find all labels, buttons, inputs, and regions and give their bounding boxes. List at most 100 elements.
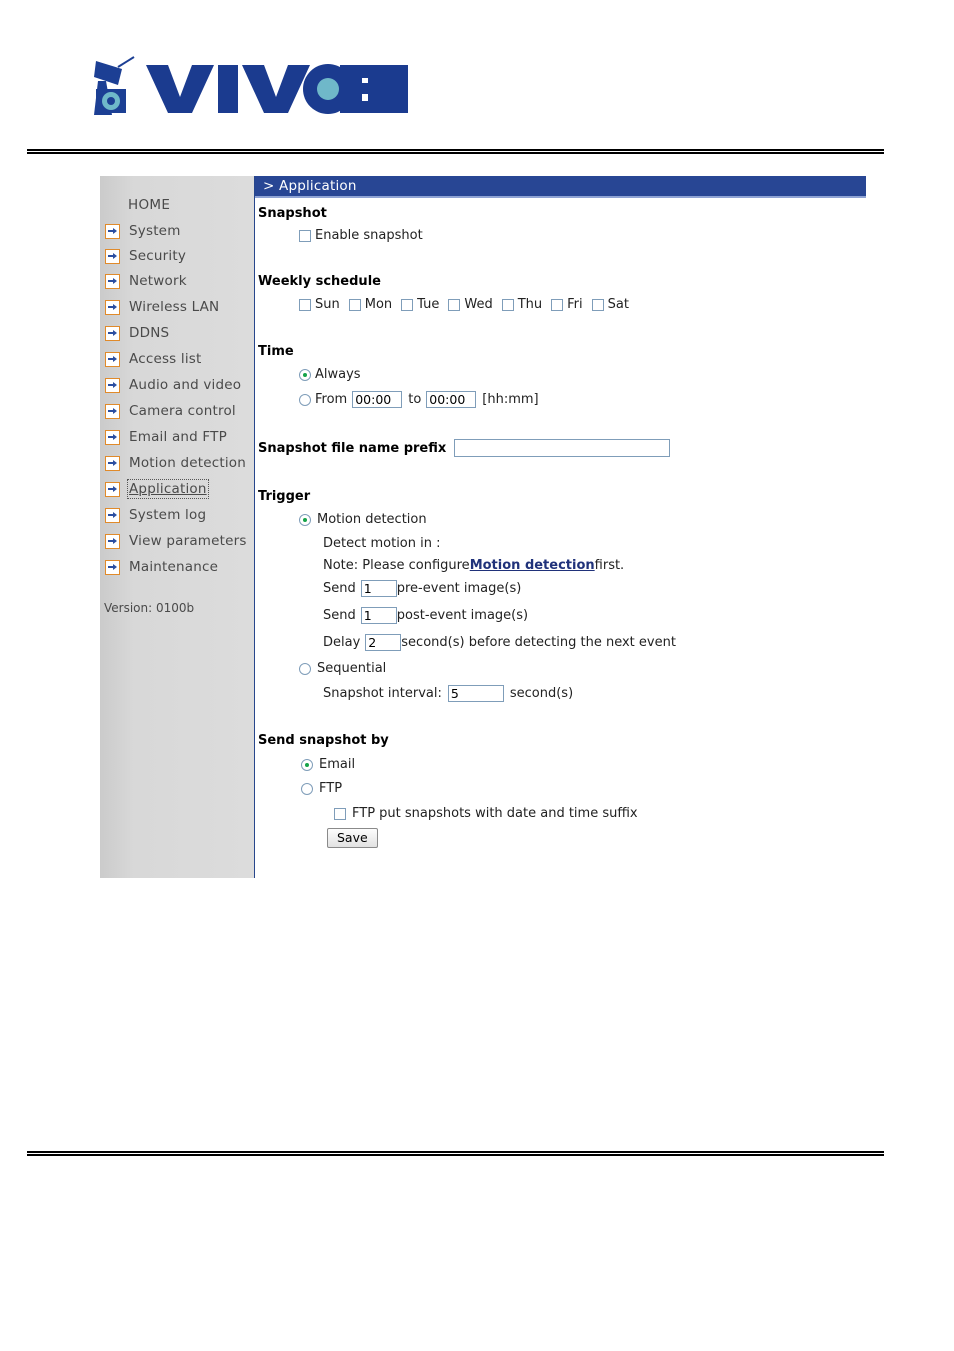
sidebar-item-email-and-ftp[interactable]: Email and FTP (105, 427, 227, 447)
ftp-suffix-row[interactable]: FTP put snapshots with date and time suf… (334, 806, 638, 821)
arrow-right-icon (105, 326, 120, 341)
time-to-label: to (408, 392, 421, 407)
save-button[interactable]: Save (327, 828, 378, 848)
arrow-right-icon (105, 560, 120, 575)
trigger-motion-label: Motion detection (317, 512, 427, 527)
day-wed-checkbox[interactable] (448, 299, 460, 311)
pre-event-send-label: Send (323, 581, 356, 596)
sidebar-item-ddns[interactable]: DDNS (105, 323, 169, 343)
time-to-input[interactable]: 00:00 (426, 391, 476, 408)
day-fri-label: Fri (567, 297, 583, 312)
time-from-radio[interactable] (299, 394, 311, 406)
logo-lens-inner (317, 78, 339, 100)
day-sat[interactable]: Sat (592, 297, 629, 312)
day-thu[interactable]: Thu (502, 297, 542, 312)
sidebar: HOME System Security Network Wireless LA… (100, 176, 254, 878)
arrow-right-icon (105, 274, 120, 289)
sidebar-item-label: Maintenance (129, 559, 218, 575)
time-from-row[interactable]: From 00:00 to 00:00 [hh:mm] (299, 391, 539, 408)
sidebar-item-label: Audio and video (129, 377, 241, 393)
sidebar-item-maintenance[interactable]: Maintenance (105, 557, 218, 577)
ftp-suffix-checkbox[interactable] (334, 808, 346, 820)
motion-note-row: Note: Please configure Motion detection … (323, 558, 624, 573)
sidebar-item-application[interactable]: Application (105, 479, 207, 499)
day-mon[interactable]: Mon (349, 297, 392, 312)
day-sat-checkbox[interactable] (592, 299, 604, 311)
delay-input[interactable]: 2 (365, 634, 401, 651)
enable-snapshot-row[interactable]: Enable snapshot (299, 228, 423, 243)
post-event-send-label: Send (323, 608, 356, 623)
day-tue[interactable]: Tue (401, 297, 439, 312)
day-tue-checkbox[interactable] (401, 299, 413, 311)
sidebar-item-motion-detection[interactable]: Motion detection (105, 453, 246, 473)
snapshot-interval-label: Snapshot interval: (323, 686, 442, 701)
time-from-label: From (315, 392, 347, 407)
sidebar-item-audio-and-video[interactable]: Audio and video (105, 375, 241, 395)
pre-event-input[interactable]: 1 (361, 580, 397, 597)
day-sun-checkbox[interactable] (299, 299, 311, 311)
sidebar-item-label: DDNS (129, 325, 169, 341)
day-mon-checkbox[interactable] (349, 299, 361, 311)
sidebar-item-access-list[interactable]: Access list (105, 349, 202, 369)
page-title: > Application (263, 178, 357, 194)
day-tue-label: Tue (417, 297, 439, 312)
send-by-ftp-row[interactable]: FTP (301, 781, 342, 796)
sidebar-item-security[interactable]: Security (105, 246, 186, 266)
post-event-input[interactable]: 1 (361, 607, 397, 624)
vivotek-wordmark-ek (340, 65, 408, 113)
vivotek-logo (88, 55, 408, 117)
day-sun[interactable]: Sun (299, 297, 340, 312)
weekly-schedule-days: Sun Mon Tue Wed Thu Fri (299, 297, 629, 312)
ftp-suffix-label: FTP put snapshots with date and time suf… (352, 806, 638, 821)
sidebar-item-label: Application (129, 481, 207, 497)
day-wed[interactable]: Wed (448, 297, 492, 312)
time-from-input[interactable]: 00:00 (352, 391, 402, 408)
delay-label: Delay (323, 635, 360, 650)
motion-note-prefix: Note: Please configure (323, 558, 470, 573)
content-area: > Application Snapshot Enable snapshot W… (255, 176, 866, 878)
time-section-label: Time (258, 344, 294, 359)
trigger-section-label: Trigger (258, 489, 310, 504)
send-by-ftp-radio[interactable] (301, 783, 313, 795)
sidebar-item-wireless-lan[interactable]: Wireless LAN (105, 297, 219, 317)
arrow-right-icon (105, 534, 120, 549)
day-fri[interactable]: Fri (551, 297, 583, 312)
arrow-right-icon (105, 456, 120, 471)
pre-event-unit-label: pre-event image(s) (397, 581, 522, 596)
trigger-sequential-radio[interactable] (299, 663, 311, 675)
pre-event-row: Send 1 pre-event image(s) (323, 580, 521, 597)
trigger-motion-row[interactable]: Motion detection (299, 512, 427, 527)
day-thu-checkbox[interactable] (502, 299, 514, 311)
snapshot-interval-input[interactable]: 5 (448, 685, 504, 702)
sidebar-item-label: Wireless LAN (129, 299, 219, 315)
weekly-schedule-section-label: Weekly schedule (258, 274, 381, 289)
sidebar-item-home[interactable]: HOME (128, 197, 170, 213)
send-by-email-radio[interactable] (301, 759, 313, 771)
trigger-sequential-row[interactable]: Sequential (299, 661, 386, 676)
motion-detection-link[interactable]: Motion detection (470, 558, 595, 573)
arrow-right-icon (105, 378, 120, 393)
sidebar-item-system-log[interactable]: System log (105, 505, 206, 525)
trigger-motion-radio[interactable] (299, 514, 311, 526)
vivotek-camera-logo (94, 57, 134, 115)
sidebar-item-label: Email and FTP (129, 429, 227, 445)
detect-motion-in-label: Detect motion in : (323, 536, 441, 551)
day-mon-label: Mon (365, 297, 392, 312)
enable-snapshot-checkbox[interactable] (299, 230, 311, 242)
send-by-email-row[interactable]: Email (301, 757, 355, 772)
time-always-row[interactable]: Always (299, 367, 361, 382)
sidebar-item-network[interactable]: Network (105, 271, 187, 291)
time-always-radio[interactable] (299, 369, 311, 381)
sidebar-item-camera-control[interactable]: Camera control (105, 401, 236, 421)
snapshot-prefix-input[interactable] (454, 439, 670, 457)
footer-divider-rule (27, 1151, 884, 1156)
save-button-row: Save (327, 828, 378, 848)
sidebar-item-system[interactable]: System (105, 221, 181, 241)
snapshot-interval-row: Snapshot interval: 5 second(s) (323, 685, 573, 702)
header-divider-rule (27, 149, 884, 154)
time-always-label: Always (315, 367, 361, 382)
day-fri-checkbox[interactable] (551, 299, 563, 311)
delay-unit-label: second(s) before detecting the next even… (401, 635, 676, 650)
sidebar-item-view-parameters[interactable]: View parameters (105, 531, 247, 551)
day-thu-label: Thu (518, 297, 542, 312)
